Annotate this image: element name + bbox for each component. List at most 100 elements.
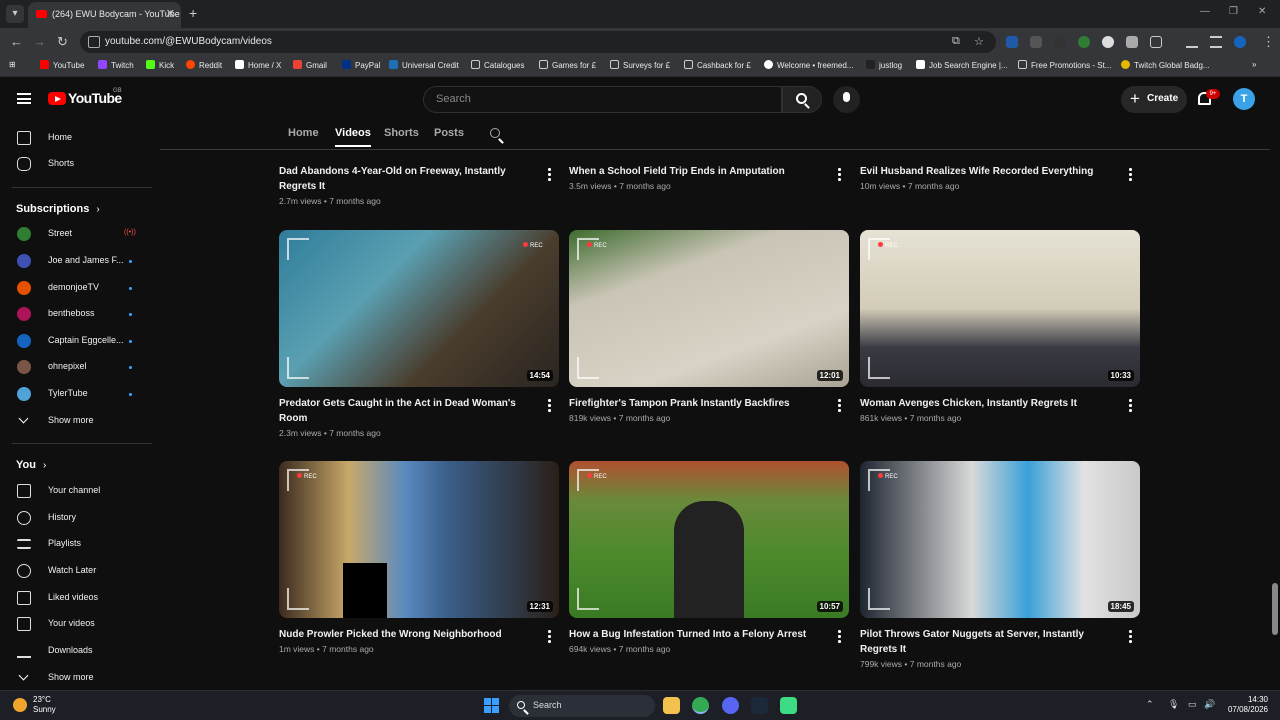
show-more-subscriptions[interactable]: Show more (0, 409, 152, 435)
more-options-icon[interactable] (834, 629, 844, 643)
sidebar-subscription[interactable]: Joe and James F... (0, 249, 152, 275)
more-bookmarks-icon[interactable]: » (1252, 60, 1256, 69)
sidebar-item-shorts[interactable]: Shorts (0, 152, 152, 178)
bookmark-item[interactable]: Free Promotions - St... (1018, 60, 1111, 70)
bookmark-folder[interactable]: Surveys for £ (610, 60, 670, 70)
taskbar-search[interactable]: Search (509, 695, 655, 717)
site-info-icon[interactable] (88, 36, 100, 48)
system-clock[interactable]: 14:30 07/08/2026 (1226, 695, 1268, 715)
video-thumbnail[interactable]: REC 10:33 (860, 230, 1140, 387)
video-title[interactable]: Evil Husband Realizes Wife Recorded Ever… (860, 164, 1110, 179)
sidebar-subscription[interactable]: Street ((•)) (0, 222, 152, 248)
reload-icon[interactable]: ↻ (57, 34, 68, 50)
bookmark-item[interactable]: Gmail (293, 60, 327, 70)
video-thumbnail[interactable]: REC 14:54 (279, 230, 559, 387)
sidebar-item-home[interactable]: Home (0, 126, 152, 152)
extension-icon[interactable] (1102, 36, 1114, 48)
video-thumbnail[interactable]: REC 12:31 (279, 461, 559, 618)
more-options-icon[interactable] (544, 398, 554, 412)
bookmark-item[interactable]: Job Search Engine |... (916, 60, 1008, 70)
show-more-you[interactable]: Show more (0, 666, 152, 692)
extension-icon[interactable] (1030, 36, 1042, 48)
video-title[interactable]: Woman Avenges Chicken, Instantly Regrets… (860, 396, 1110, 411)
scrollbar-thumb[interactable] (1272, 583, 1278, 635)
app-icon[interactable] (780, 697, 797, 714)
more-options-icon[interactable] (1125, 167, 1135, 181)
video-title[interactable]: Firefighter's Tampon Prank Instantly Bac… (569, 396, 819, 411)
downloads-icon[interactable] (1186, 36, 1198, 48)
microphone-tray-icon[interactable]: 🎙 (1168, 699, 1179, 710)
install-app-icon[interactable]: ⧉ (952, 35, 960, 48)
sun-icon[interactable] (13, 698, 27, 712)
minimize-icon[interactable]: — (1200, 6, 1210, 17)
tab-home[interactable]: Home (288, 127, 319, 139)
sidebar-item-liked-videos[interactable]: Liked videos (0, 586, 152, 612)
bookmark-item[interactable]: Reddit (186, 60, 222, 70)
menu-icon[interactable] (17, 93, 31, 104)
sidebar-item-your-videos[interactable]: Your videos (0, 612, 152, 638)
create-button[interactable]: + Create (1121, 86, 1187, 113)
video-title[interactable]: When a School Field Trip Ends in Amputat… (569, 164, 819, 179)
bookmark-folder[interactable]: Cashback for £ (684, 60, 751, 70)
video-title[interactable]: Dad Abandons 4-Year-Old on Freeway, Inst… (279, 164, 529, 194)
profile-icon[interactable] (1234, 36, 1246, 48)
tab-close-icon[interactable]: ✕ (166, 7, 175, 20)
search-input[interactable]: Search (423, 86, 782, 113)
more-options-icon[interactable] (834, 167, 844, 181)
more-options-icon[interactable] (1125, 398, 1135, 412)
youtube-logo-icon[interactable] (48, 92, 66, 105)
video-title[interactable]: Nude Prowler Picked the Wrong Neighborho… (279, 627, 529, 642)
bookmark-item[interactable]: YouTube (40, 60, 84, 70)
subscriptions-heading[interactable]: Subscriptions › (16, 203, 100, 215)
bookmark-item[interactable]: justlog (866, 60, 902, 70)
sidebar-subscription[interactable]: demonjoeTV (0, 276, 152, 302)
extensions-puzzle-icon[interactable] (1150, 36, 1162, 48)
more-options-icon[interactable] (834, 398, 844, 412)
account-avatar[interactable]: T (1233, 88, 1255, 110)
sidebar-item-watch-later[interactable]: Watch Later (0, 559, 152, 585)
bookmark-star-icon[interactable]: ☆ (974, 35, 984, 48)
tab-videos[interactable]: Videos (335, 127, 371, 147)
discord-icon[interactable] (722, 697, 739, 714)
search-button[interactable] (782, 86, 822, 113)
bookmark-item[interactable]: Home / X (235, 60, 281, 70)
you-heading[interactable]: You › (16, 459, 46, 471)
weather-widget[interactable]: 23°C Sunny (33, 695, 56, 715)
extension-icon[interactable] (1078, 36, 1090, 48)
new-tab-icon[interactable]: + (189, 5, 197, 21)
video-title[interactable]: Predator Gets Caught in the Act in Dead … (279, 396, 529, 426)
tab-search-icon[interactable]: ▾ (6, 5, 24, 23)
bookmark-item[interactable]: Twitch Global Badg... (1121, 60, 1210, 70)
chrome-icon[interactable] (692, 697, 709, 714)
sidebar-item-downloads[interactable]: Downloads (0, 639, 152, 665)
video-thumbnail[interactable]: REC 10:57 (569, 461, 849, 618)
browser-tab[interactable]: (264) EWU Bodycam - YouTube ✕ (28, 2, 181, 28)
bookmark-folder[interactable]: Games for £ (539, 60, 596, 70)
bookmark-item[interactable]: Universal Credit (389, 60, 459, 70)
video-title[interactable]: How a Bug Infestation Turned Into a Felo… (569, 627, 819, 642)
volume-icon[interactable]: 🔊 (1204, 699, 1215, 710)
browser-menu-icon[interactable]: ⋮ (1262, 34, 1275, 50)
back-icon[interactable]: ← (10, 34, 23, 49)
more-options-icon[interactable] (544, 167, 554, 181)
extension-icon[interactable] (1006, 36, 1018, 48)
sidebar-item-history[interactable]: History (0, 506, 152, 532)
omnibox[interactable]: youtube.com/@EWUBodycam/videos ⧉ ☆ (80, 31, 996, 53)
apps-grid-icon[interactable]: ⊞ (9, 60, 16, 69)
video-thumbnail[interactable]: REC 18:45 (860, 461, 1140, 618)
sidebar-subscription[interactable]: TylerTube (0, 382, 152, 408)
bookmark-item[interactable]: PayPal (342, 60, 380, 70)
extension-icon[interactable] (1126, 36, 1138, 48)
tab-shorts[interactable]: Shorts (384, 127, 419, 139)
tab-posts[interactable]: Posts (434, 127, 464, 139)
sidebar-item-your-channel[interactable]: Your channel (0, 479, 152, 505)
more-options-icon[interactable] (544, 629, 554, 643)
voice-search-button[interactable] (833, 86, 860, 113)
sidebar-item-playlists[interactable]: Playlists (0, 532, 152, 558)
network-icon[interactable]: ▭ (1188, 699, 1197, 710)
file-explorer-icon[interactable] (663, 697, 680, 714)
restore-icon[interactable]: ❐ (1229, 6, 1238, 17)
video-title[interactable]: Pilot Throws Gator Nuggets at Server, In… (860, 627, 1110, 657)
url-text[interactable]: youtube.com/@EWUBodycam/videos (105, 36, 272, 47)
tray-chevron-icon[interactable]: ⌃ (1146, 699, 1154, 710)
